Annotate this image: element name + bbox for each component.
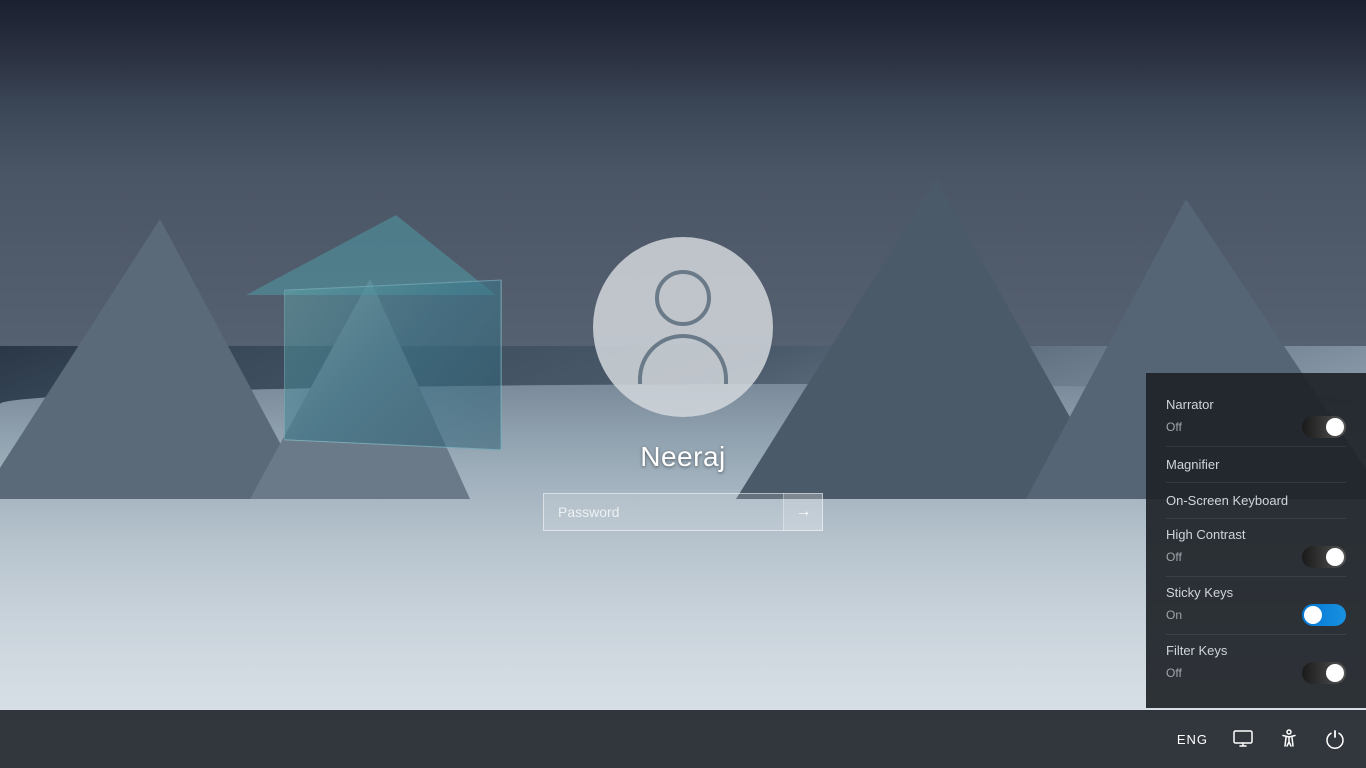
arrow-icon: → — [796, 503, 812, 521]
username-label: Neeraj — [640, 441, 725, 473]
password-input[interactable] — [543, 493, 823, 531]
accessibility-icon[interactable] — [1278, 728, 1300, 750]
toggle-narrator[interactable] — [1302, 416, 1346, 438]
access-item-high-contrast: High Contrast Off — [1166, 519, 1346, 577]
toggle-high-contrast[interactable] — [1302, 546, 1346, 568]
user-silhouette-icon — [638, 270, 728, 384]
access-label-on-screen-keyboard: On-Screen Keyboard — [1166, 493, 1346, 508]
submit-button[interactable]: → — [783, 493, 823, 531]
access-item-narrator: Narrator Off — [1166, 389, 1346, 447]
toggle-filter-keys[interactable] — [1302, 662, 1346, 684]
access-label-high-contrast: High Contrast — [1166, 527, 1346, 542]
access-status-sticky-keys: On — [1166, 608, 1182, 622]
toggle-thumb-filter-keys — [1326, 664, 1344, 682]
toggle-thumb-high-contrast — [1326, 548, 1344, 566]
avatar-head — [655, 270, 711, 326]
access-item-magnifier[interactable]: Magnifier — [1166, 447, 1346, 483]
language-indicator[interactable]: ENG — [1177, 732, 1208, 747]
accessibility-panel: Narrator Off Magnifier On-Screen Keyboard Hi… — [1146, 373, 1366, 708]
access-row-filter-keys: Off — [1166, 662, 1346, 684]
toggle-sticky-keys[interactable] — [1302, 604, 1346, 626]
access-item-sticky-keys: Sticky Keys On — [1166, 577, 1346, 635]
avatar-body — [638, 334, 728, 384]
access-item-on-screen-keyboard[interactable]: On-Screen Keyboard — [1166, 483, 1346, 519]
access-row-sticky-keys: On — [1166, 604, 1346, 626]
access-item-filter-keys: Filter Keys Off — [1166, 635, 1346, 692]
glass-building — [246, 245, 526, 445]
toggle-thumb-narrator — [1326, 418, 1344, 436]
avatar — [593, 237, 773, 417]
taskbar: ENG — [0, 710, 1366, 768]
access-row-narrator: Off — [1166, 416, 1346, 438]
password-container: → — [543, 493, 823, 531]
access-label-magnifier: Magnifier — [1166, 457, 1346, 472]
access-status-narrator: Off — [1166, 420, 1182, 434]
access-status-filter-keys: Off — [1166, 666, 1182, 680]
building-body — [284, 280, 502, 451]
access-status-high-contrast: Off — [1166, 550, 1182, 564]
access-label-filter-keys: Filter Keys — [1166, 643, 1346, 658]
access-row-high-contrast: Off — [1166, 546, 1346, 568]
power-icon[interactable] — [1324, 728, 1346, 750]
login-area: Neeraj → — [543, 237, 823, 531]
access-label-sticky-keys: Sticky Keys — [1166, 585, 1346, 600]
toggle-thumb-sticky-keys — [1304, 606, 1322, 624]
display-icon[interactable] — [1232, 728, 1254, 750]
access-label-narrator: Narrator — [1166, 397, 1346, 412]
